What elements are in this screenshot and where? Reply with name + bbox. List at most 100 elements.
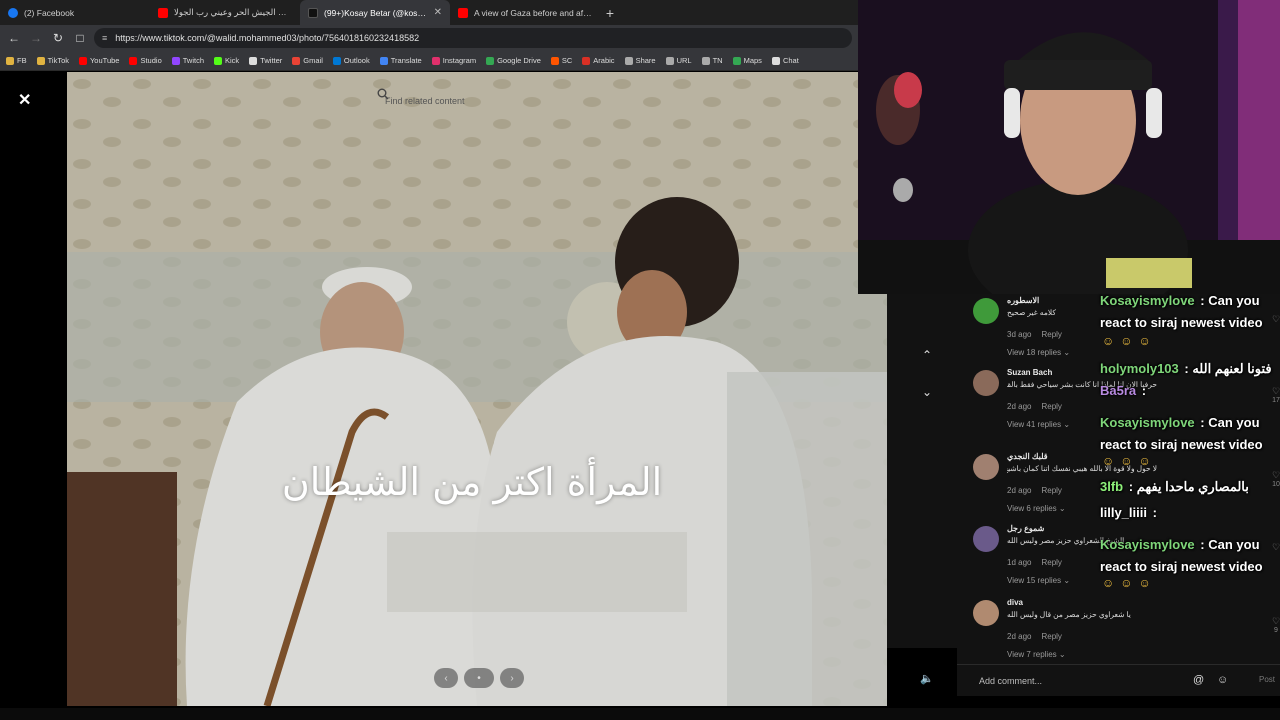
view-replies-button[interactable]: View 7 replies ⌄ (1007, 650, 1066, 659)
photo-carousel-controls: ‹ • › (434, 668, 524, 688)
bookmark-maps[interactable]: Maps (732, 56, 762, 65)
comment-text: يا شعراوي حزيز مصر من قال وليس الله (1007, 610, 1131, 619)
tab-youtube-2[interactable]: A view of Gaza before and after 7 Oc... (450, 0, 600, 25)
comment-age: 2d ago (1007, 486, 1032, 495)
comment-age: 1d ago (1007, 558, 1032, 567)
tab-tiktok-active[interactable]: (99+)Kosay Betar (@kosay.be... ✕ (300, 0, 450, 25)
reply-button[interactable]: Reply (1041, 402, 1061, 411)
comment-author[interactable]: Suzan Bach (1007, 368, 1052, 377)
chat-text: react to siraj newest video (1100, 437, 1263, 452)
bookmark-tn[interactable]: TN (701, 56, 723, 65)
bookmark-gmail[interactable]: Gmail (292, 56, 323, 65)
bookmark-instagram[interactable]: Instagram (431, 56, 477, 65)
close-tab-icon[interactable]: ✕ (434, 7, 442, 18)
bookmark-twitch[interactable]: Twitch (171, 56, 204, 65)
emoji-icon[interactable]: ☺ (1217, 674, 1228, 686)
url-bar[interactable]: ≡ https://www.tiktok.com/@walid.mohammed… (94, 28, 852, 48)
site-info-icon[interactable]: ≡ (102, 33, 107, 43)
like-button[interactable]: ♡ 9 (1269, 616, 1280, 634)
bookmark-label: TN (712, 56, 723, 65)
avatar[interactable] (973, 298, 999, 324)
view-replies-button[interactable]: View 6 replies ⌄ (1007, 504, 1066, 513)
bookmark-icon (129, 56, 138, 65)
bookmark-tiktok[interactable]: TikTok (36, 56, 69, 65)
comment-age: 2d ago (1007, 632, 1032, 641)
reply-button[interactable]: Reply (1041, 486, 1061, 495)
bookmark-kick[interactable]: Kick (214, 56, 239, 65)
carousel-next-button[interactable]: › (500, 668, 524, 688)
bookmark-label: Instagram (442, 56, 477, 65)
chat-username: 3lfb (1100, 479, 1124, 494)
chat-message: lilly_liiii : (1100, 502, 1280, 524)
avatar[interactable] (973, 600, 999, 626)
add-comment-bar[interactable]: Add comment... @ ☺ Post (957, 664, 1280, 696)
photo-slide: Find related content المرأة اكتر من الشي… (67, 72, 887, 706)
tab-youtube-1[interactable]: عيني رب الجيش الحر وعيني رب الجولا... (150, 0, 300, 25)
tiktok-photo-viewer: ✕ Find related content المرأة اكتر من ال… (0, 72, 887, 720)
tab-title: (99+)Kosay Betar (@kosay.be... (324, 7, 428, 18)
photo-image (67, 72, 887, 706)
tab-facebook[interactable]: (2) Facebook (0, 0, 150, 25)
reply-button[interactable]: Reply (1041, 632, 1061, 641)
chat-separator: : (1196, 293, 1209, 308)
bookmark-sc[interactable]: SC (550, 56, 573, 65)
bookmark-youtube[interactable]: YouTube (78, 56, 119, 65)
chat-separator: : (1148, 505, 1157, 520)
bookmark-share[interactable]: Share (624, 56, 656, 65)
bookmark-outlook[interactable]: Outlook (332, 56, 370, 65)
chat-emotes-icon: ☺☺☺ (1102, 334, 1157, 348)
avatar[interactable] (973, 454, 999, 480)
bookmark-icon (292, 56, 301, 65)
bookmark-chat[interactable]: Chat (771, 56, 799, 65)
comment-author[interactable]: diva (1007, 598, 1023, 607)
bookmark-fb[interactable]: FB (6, 56, 27, 65)
bookmark-arabic[interactable]: Arabic (582, 56, 615, 65)
heart-icon: ♡ (1271, 616, 1280, 626)
bookmark-icon (665, 56, 674, 65)
chat-text: Can you (1208, 537, 1260, 552)
add-comment-input[interactable]: Add comment... (979, 676, 1042, 686)
chat-emotes-icon: ☺☺☺ (1102, 454, 1157, 468)
taskbar-edge (0, 708, 1280, 720)
reload-icon[interactable]: ↻ (50, 31, 66, 45)
view-replies-button[interactable]: View 41 replies ⌄ (1007, 420, 1070, 429)
view-replies-button[interactable]: View 18 replies ⌄ (1007, 348, 1070, 357)
chat-message: react to siraj newest video (1100, 434, 1280, 456)
bookmark-label: FB (17, 56, 27, 65)
carousel-prev-button[interactable]: ‹ (434, 668, 458, 688)
comment-author[interactable]: الاسطوره (1007, 296, 1039, 305)
bookmark-icon[interactable]: □ (72, 31, 88, 45)
new-tab-button[interactable]: + (600, 5, 620, 21)
comment-author[interactable]: قلبك النجدي (1007, 452, 1048, 461)
bookmark-label: Gmail (303, 56, 323, 65)
bookmark-translate[interactable]: Translate (379, 56, 422, 65)
chevron-up-icon[interactable]: ⌃ (922, 348, 932, 362)
view-replies-button[interactable]: View 15 replies ⌄ (1007, 576, 1070, 585)
bookmark-google-drive[interactable]: Google Drive (486, 56, 541, 65)
close-viewer-button[interactable]: ✕ (18, 90, 31, 110)
find-related-search[interactable]: Find related content (377, 88, 707, 114)
screen: (2) Facebook عيني رب الجيش الحر وعيني رب… (0, 0, 1280, 720)
reply-button[interactable]: Reply (1041, 330, 1061, 339)
chat-separator: : (1180, 361, 1193, 376)
forward-arrow-icon[interactable]: → (28, 31, 44, 45)
bookmark-label: SC (561, 56, 573, 65)
carousel-indicator[interactable]: • (464, 668, 494, 688)
bookmark-label: URL (676, 56, 692, 65)
post-button[interactable]: Post (1259, 675, 1275, 684)
bookmark-label: TikTok (47, 56, 69, 65)
avatar[interactable] (973, 526, 999, 552)
avatar[interactable] (973, 370, 999, 396)
reply-button[interactable]: Reply (1041, 558, 1061, 567)
bookmark-icon (624, 56, 633, 65)
chevron-down-icon[interactable]: ⌄ (922, 385, 932, 399)
bookmark-studio[interactable]: Studio (129, 56, 162, 65)
volume-icon[interactable]: 🔈 (920, 672, 934, 685)
bookmark-twitter[interactable]: Twitter (249, 56, 282, 65)
chat-username: Kosayismylove (1100, 537, 1195, 552)
chat-username: Kosayismylove (1100, 415, 1195, 430)
mention-icon[interactable]: @ (1193, 674, 1204, 686)
back-arrow-icon[interactable]: ← (6, 31, 22, 45)
comment-author[interactable]: شموع رجل (1007, 524, 1044, 533)
bookmark-url[interactable]: URL (665, 56, 692, 65)
